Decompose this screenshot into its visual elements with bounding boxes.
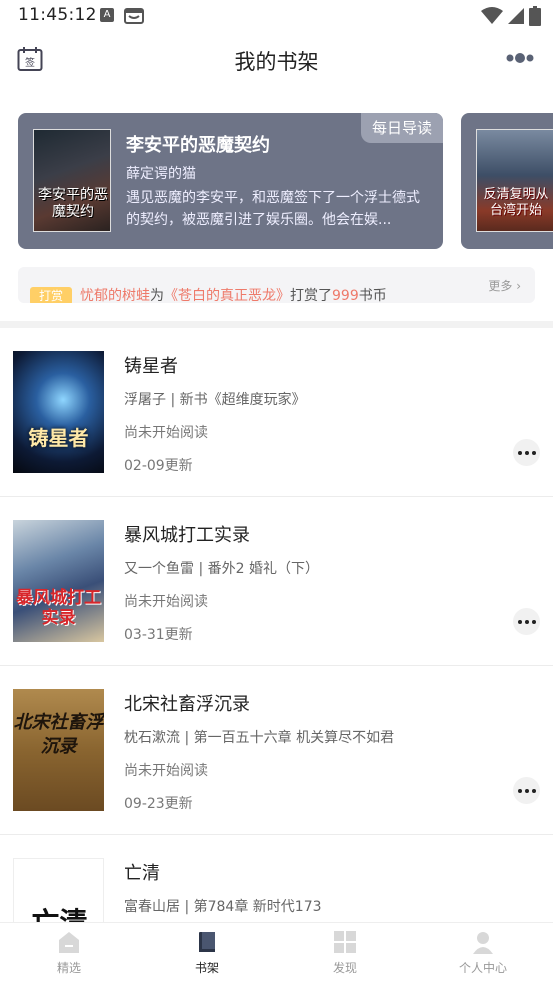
more-options-icon[interactable] [505,51,535,65]
battery-icon [529,6,541,26]
status-time: 11:45:12 [18,5,97,25]
daily-guide-badge: 每日导读 [361,113,443,143]
status-right [481,6,541,26]
tip-amount: 999 [332,288,359,303]
tip-more-label: 更多 [488,279,513,293]
book-update-date: 03-31更新 [124,627,193,643]
tip-more-link[interactable]: 更多 › [488,277,521,294]
nav-label: 书架 [194,961,219,975]
book-row[interactable]: 暴风城打工实录 暴风城打工实录 又一个鱼雷 | 番外2 婚礼（下） 尚未开始阅读… [0,497,553,666]
tip-unit: 书币 [358,288,387,303]
nav-label: 精选 [56,961,81,975]
next-featured-card[interactable]: 反清复明从台湾开始 [461,113,553,249]
book-author-latest: 浮屠子 | 新书《超维度玩家》 [124,392,306,408]
featured-book-author: 薛定谔的猫 [126,166,196,182]
tip-badge: 打赏 [30,287,72,303]
featured-book-card[interactable]: 每日导读 李安平的恶魔契约 李安平的恶魔契约 薛定谔的猫 遇见恶魔的李安平，和恶… [18,113,443,249]
book-progress: 尚未开始阅读 [124,425,208,441]
tip-user: 忧郁的树蛙 [80,288,150,303]
featured-book-description: 遇见恶魔的李安平，和恶魔签下了一个浮士德式的契约，被恶魔引进了娱乐圈。他会在娱.… [126,190,420,228]
nav-label: 个人中心 [458,961,507,975]
featured-cover-title: 李安平的恶魔契约 [38,187,108,220]
tip-mid1: 为 [150,288,164,303]
book-progress: 尚未开始阅读 [124,763,208,779]
nav-tab-profile[interactable]: 个人中心 [414,929,552,981]
bottom-navigation: 精选 书架 发现 个人中心 [0,922,553,984]
book-row[interactable]: 铸星者 铸星者 浮屠子 | 新书《超维度玩家》 尚未开始阅读 02-09更新 [0,328,553,497]
book-title: 铸星者 [124,356,178,377]
nav-tab-discover[interactable]: 发现 [276,929,414,981]
person-icon [473,932,493,954]
book-more-button[interactable] [513,439,540,466]
featured-carousel[interactable]: 每日导读 李安平的恶魔契约 李安平的恶魔契约 薛定谔的猫 遇见恶魔的李安平，和恶… [18,113,553,249]
book-title: 北宋社畜浮沉录 [124,694,250,715]
book-author-latest: 枕石漱流 | 第一百五十六章 机关算尽不如君 [124,730,395,746]
notification-mail-icon [124,8,144,24]
featured-book-title: 李安平的恶魔契约 [126,135,270,156]
bookshelf-icon [199,932,215,952]
wifi-icon [481,7,503,24]
status-bar: 11:45:12 A [0,0,553,32]
nav-label: 发现 [332,961,357,975]
book-title: 暴风城打工实录 [124,525,250,546]
book-cover: 暴风城打工实录 [13,520,104,642]
notification-a-icon: A [100,8,114,22]
tip-mid2: 打赏了 [290,288,332,303]
chevron-right-icon: › [516,279,521,293]
book-author-latest: 又一个鱼雷 | 番外2 婚礼（下） [124,561,319,577]
book-title: 亡清 [124,863,160,884]
next-featured-cover: 反清复明从台湾开始 [476,129,553,232]
book-cover: 铸星者 [13,351,104,473]
page-title: 我的书架 [234,50,319,74]
featured-book-cover: 李安平的恶魔契约 [33,129,111,232]
discover-grid-icon [334,931,356,953]
book-more-button[interactable] [513,608,540,635]
book-progress: 尚未开始阅读 [124,594,208,610]
app-header: 签 我的书架 [0,32,553,88]
book-row[interactable]: 北宋社畜浮沉录 北宋社畜浮沉录 枕石漱流 | 第一百五十六章 机关算尽不如君 尚… [0,666,553,835]
tip-message: 忧郁的树蛙为《苍白的真正恶龙》打赏了999书币 [80,285,387,303]
tip-book: 《苍白的真正恶龙》 [164,288,290,303]
book-update-date: 02-09更新 [124,458,193,474]
signal-icon [508,8,524,24]
book-cover-title: 铸星者 [28,426,89,450]
home-icon [59,932,79,953]
next-cover-title: 反清复明从台湾开始 [483,187,549,218]
book-author-latest: 富春山居 | 第784章 新时代173 [124,899,322,915]
nav-tab-bookshelf[interactable]: 书架 [138,929,276,981]
book-cover-title: 北宋社畜浮沉录 [13,712,104,757]
book-cover: 北宋社畜浮沉录 [13,689,104,811]
tip-banner[interactable]: 打赏 忧郁的树蛙为《苍白的真正恶龙》打赏了999书币 更多 › [18,267,535,303]
book-cover-title: 暴风城打工实录 [16,588,101,628]
nav-tab-featured[interactable]: 精选 [0,929,138,981]
book-update-date: 09-23更新 [124,796,193,812]
book-more-button[interactable] [513,777,540,804]
section-divider [0,321,553,328]
